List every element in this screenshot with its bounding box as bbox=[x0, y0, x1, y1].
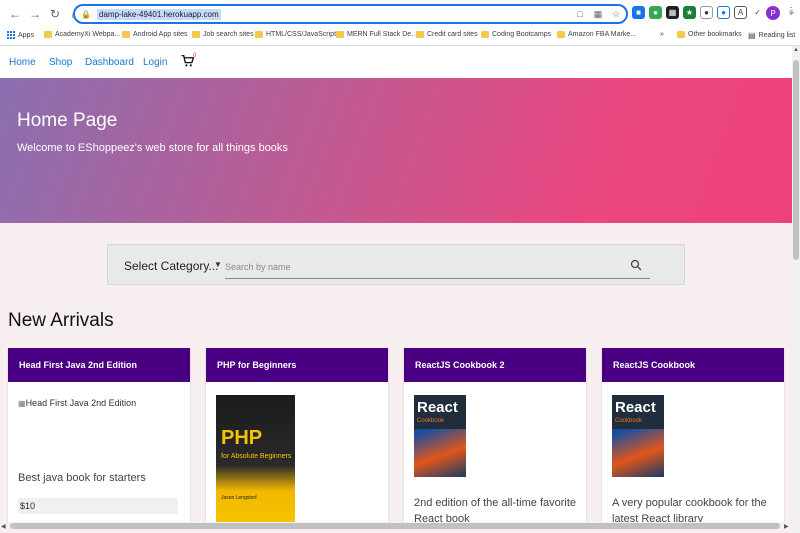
category-select[interactable]: Select Category... bbox=[124, 259, 219, 273]
folder-icon bbox=[677, 31, 685, 38]
product-card[interactable]: PHP for Beginners PHP for Absolute Begin… bbox=[206, 348, 388, 523]
bookmark-apps[interactable]: Apps bbox=[7, 31, 34, 39]
bookmark-folder[interactable]: Other bookmarks bbox=[677, 31, 742, 38]
bookmark-folder[interactable]: HTML/CSS/JavaScript bbox=[255, 31, 336, 38]
extension-icon[interactable]: ● bbox=[700, 6, 713, 19]
folder-icon bbox=[481, 31, 489, 38]
folder-icon bbox=[255, 31, 263, 38]
cart-count-badge: 0 bbox=[193, 53, 197, 59]
scroll-right-icon[interactable]: ▶ bbox=[784, 523, 789, 530]
folder-icon bbox=[122, 31, 130, 38]
install-icon[interactable]: □ bbox=[574, 8, 586, 20]
nav-link-shop[interactable]: Shop bbox=[49, 57, 72, 68]
back-icon[interactable]: ← bbox=[6, 5, 24, 23]
bookmark-reading-list[interactable]: ▤ Reading list bbox=[748, 31, 795, 40]
url-text[interactable]: damp-lake-49401.herokuapp.com bbox=[97, 8, 221, 20]
extension-icon[interactable]: ▦ bbox=[666, 6, 679, 19]
book-cover-image[interactable]: React Cookbook bbox=[612, 395, 664, 477]
bookmark-folder[interactable]: Coding Bootcamps bbox=[481, 31, 551, 38]
nav-link-login[interactable]: Login bbox=[143, 57, 167, 68]
scroll-up-icon[interactable]: ▲ bbox=[793, 47, 799, 53]
hero-subtitle: Welcome to EShoppeez's web store for all… bbox=[17, 142, 288, 154]
card-price: $10 bbox=[18, 498, 178, 514]
extension-icon[interactable]: ★ bbox=[683, 6, 696, 19]
browser-chrome: ← → ↻ ⌂ 🔒 damp-lake-49401.herokuapp.com … bbox=[0, 0, 800, 46]
bookmarks-more-icon[interactable]: » bbox=[660, 31, 664, 38]
card-description: A very popular cookbook for the latest R… bbox=[612, 497, 767, 523]
scroll-left-icon[interactable]: ◀ bbox=[1, 523, 6, 530]
card-title[interactable]: ReactJS Cookbook bbox=[602, 348, 784, 382]
profile-avatar[interactable]: P bbox=[766, 6, 780, 20]
search-panel: Select Category... ▼ bbox=[107, 244, 685, 285]
bookmarks-bar: Apps AcademyXi Webpa... Android App site… bbox=[0, 27, 800, 45]
product-card[interactable]: ReactJS Cookbook React Cookbook A very p… bbox=[602, 348, 784, 523]
nav-link-dashboard[interactable]: Dashboard bbox=[85, 57, 134, 68]
reload-icon[interactable]: ↻ bbox=[46, 5, 64, 23]
card-title[interactable]: ReactJS Cookbook 2 bbox=[404, 348, 586, 382]
broken-image-icon: ▦Head First Java 2nd Edition bbox=[18, 398, 137, 408]
bookmark-folder[interactable]: Job search sites bbox=[192, 31, 254, 38]
horizontal-scrollbar[interactable]: ◀ ▶ bbox=[0, 522, 792, 530]
bookmark-folder[interactable]: Credit card sites bbox=[416, 31, 478, 38]
folder-icon bbox=[336, 31, 344, 38]
search-icon[interactable] bbox=[630, 258, 644, 272]
apps-icon bbox=[7, 31, 15, 39]
reading-list-icon: ▤ bbox=[748, 31, 756, 40]
bookmark-folder[interactable]: Amazon FBA Marke... bbox=[557, 31, 636, 38]
search-input[interactable] bbox=[225, 255, 650, 279]
site-navbar: Home Shop Dashboard Login 0 bbox=[0, 46, 792, 78]
extension-icon[interactable]: ● bbox=[649, 6, 662, 19]
book-cover-image[interactable]: PHP for Absolute Beginners Jason Lengsto… bbox=[216, 395, 295, 523]
browser-toolbar: ← → ↻ ⌂ 🔒 damp-lake-49401.herokuapp.com … bbox=[0, 0, 800, 27]
qr-icon[interactable]: ▦ bbox=[592, 8, 604, 20]
folder-icon bbox=[557, 31, 565, 38]
bookmark-folder[interactable]: AcademyXi Webpa... bbox=[44, 31, 120, 38]
extension-icon[interactable]: A bbox=[734, 6, 747, 19]
scrollbar-thumb[interactable] bbox=[793, 60, 799, 260]
folder-icon bbox=[192, 31, 200, 38]
forward-icon[interactable]: → bbox=[26, 5, 44, 23]
card-description: Best java book for starters bbox=[18, 472, 146, 484]
address-bar[interactable]: 🔒 damp-lake-49401.herokuapp.com □ ▦ ☆ bbox=[73, 4, 628, 24]
card-description: 2nd edition of the all-time favorite Rea… bbox=[414, 497, 577, 523]
folder-icon bbox=[416, 31, 424, 38]
star-icon[interactable]: ☆ bbox=[610, 8, 622, 20]
scrollbar-thumb[interactable] bbox=[10, 523, 780, 529]
lock-icon: 🔒 bbox=[81, 9, 91, 19]
bookmark-folder[interactable]: MERN Full Stack De... bbox=[336, 31, 417, 38]
product-card[interactable]: Head First Java 2nd Edition ▦Head First … bbox=[8, 348, 190, 523]
book-cover-image[interactable]: React Cookbook bbox=[414, 395, 466, 477]
page-title: Home Page bbox=[17, 110, 118, 131]
extension-icon[interactable]: ● bbox=[717, 6, 730, 19]
card-title[interactable]: PHP for Beginners bbox=[206, 348, 388, 382]
bookmark-folder[interactable]: Android App sites bbox=[122, 31, 187, 38]
vertical-scrollbar[interactable]: ▲ bbox=[792, 46, 800, 533]
card-title[interactable]: Head First Java 2nd Edition bbox=[8, 348, 190, 382]
section-title: New Arrivals bbox=[8, 310, 114, 331]
product-card[interactable]: ReactJS Cookbook 2 React Cookbook 2nd ed… bbox=[404, 348, 586, 523]
menu-icon[interactable]: ⋮ bbox=[786, 6, 796, 17]
extension-icon[interactable]: ✓ bbox=[751, 6, 764, 19]
folder-icon bbox=[44, 31, 52, 38]
chevron-down-icon[interactable]: ▼ bbox=[214, 260, 222, 269]
hero-banner: Home Page Welcome to EShoppeez's web sto… bbox=[0, 78, 792, 223]
extension-icon[interactable]: ■ bbox=[632, 6, 645, 19]
nav-link-home[interactable]: Home bbox=[9, 57, 36, 68]
